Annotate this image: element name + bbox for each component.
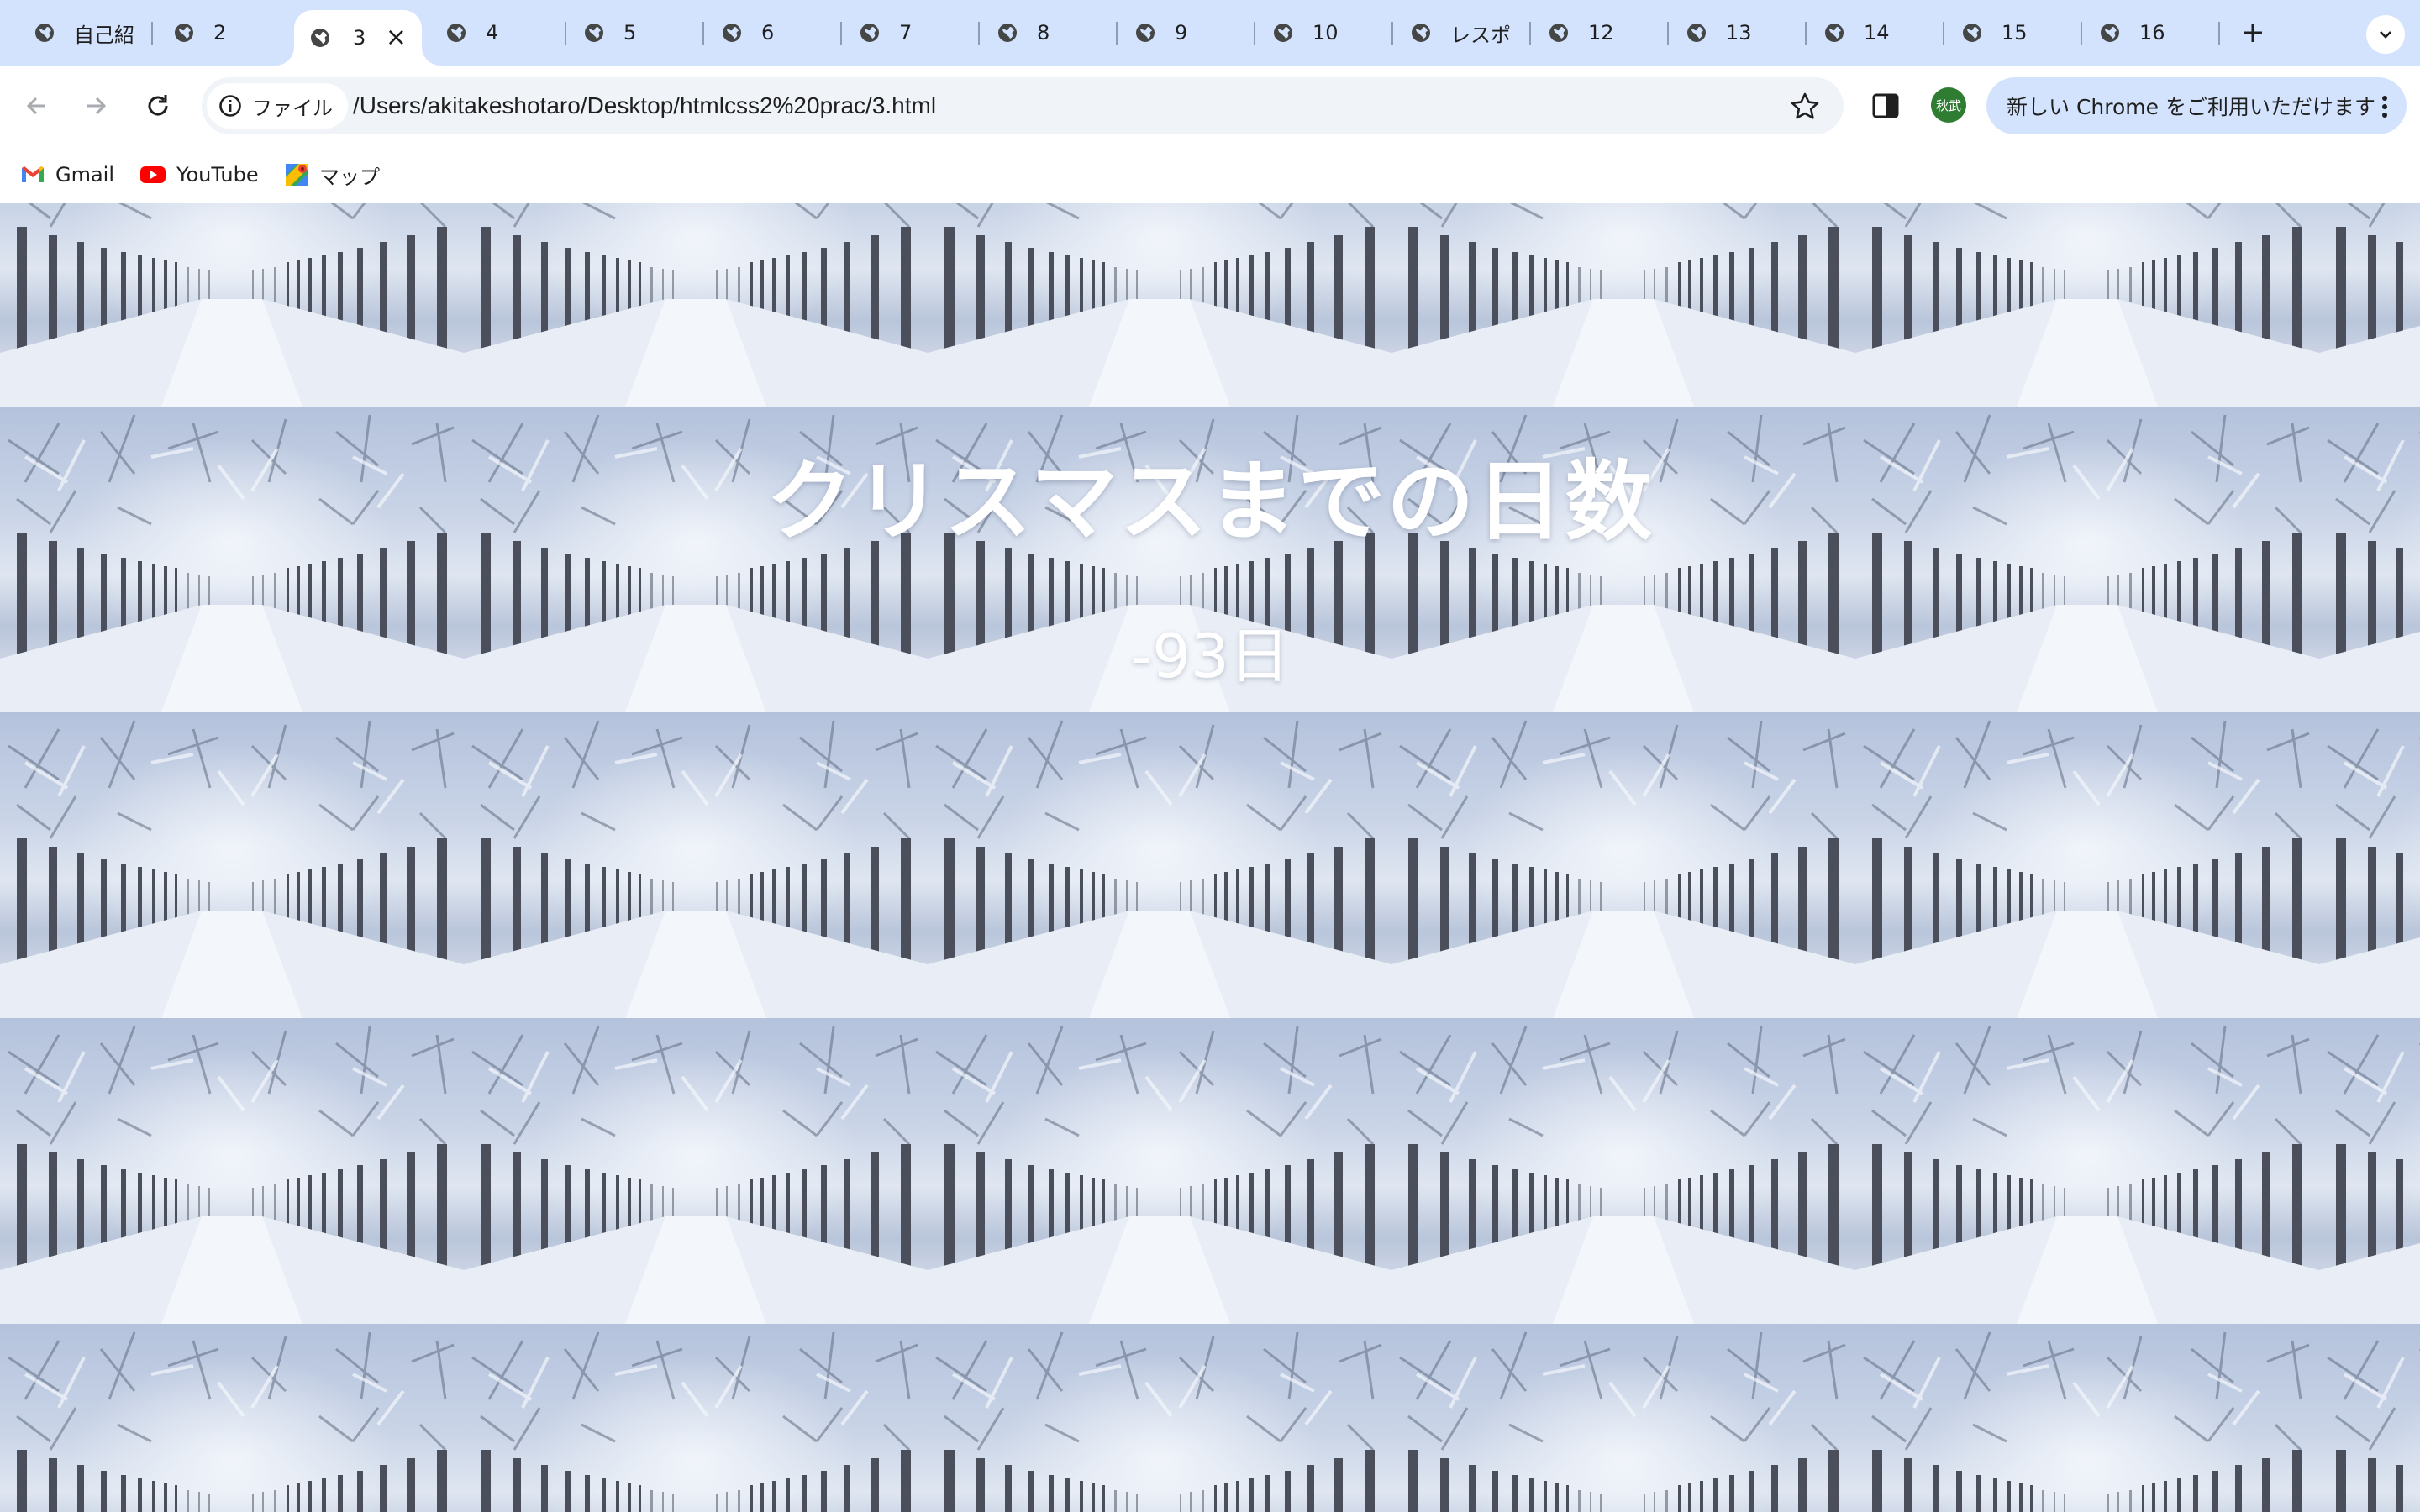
globe-icon bbox=[1549, 24, 1568, 42]
globe-icon bbox=[2101, 24, 2119, 42]
reload-icon bbox=[148, 95, 168, 116]
info-icon bbox=[219, 95, 241, 117]
tab-title: 14 bbox=[1864, 21, 1890, 45]
url-text[interactable]: /Users/akitakeshotaro/Desktop/htmlcss2%2… bbox=[353, 77, 936, 134]
tab-title: 10 bbox=[1313, 21, 1339, 45]
bookmark-label: YouTube bbox=[176, 163, 259, 186]
arrow-left-icon bbox=[26, 97, 45, 115]
maps-icon bbox=[286, 164, 308, 186]
tab-title: 自己紹 bbox=[74, 23, 134, 47]
bookmarks-bar: Gmail YouTube マップ bbox=[0, 146, 2420, 203]
site-info-label: ファイル bbox=[252, 96, 333, 120]
reload-button[interactable] bbox=[138, 86, 178, 126]
tab-14[interactable]: 14 bbox=[1790, 0, 1928, 66]
tab-13[interactable]: 13 bbox=[1652, 0, 1790, 66]
globe-icon bbox=[1412, 24, 1430, 42]
globe-icon bbox=[1963, 24, 1981, 42]
star-icon[interactable] bbox=[1790, 92, 1820, 122]
tab-1[interactable]: 自己紹 bbox=[0, 0, 151, 66]
bookmark-label: マップ bbox=[319, 165, 380, 189]
tab-11[interactable]: レスポ bbox=[1376, 0, 1514, 66]
tab-2[interactable]: 2 bbox=[139, 0, 291, 66]
forward-button[interactable] bbox=[76, 86, 116, 126]
page-viewport: クリスマスまでの日数 -93日 bbox=[0, 203, 2420, 1512]
globe-icon bbox=[1825, 24, 1844, 42]
globe-icon bbox=[860, 24, 879, 42]
snowy-tree-avenue-background bbox=[0, 203, 2420, 1512]
bookmark-maps[interactable]: マップ bbox=[284, 155, 380, 195]
more-vert-icon[interactable] bbox=[2380, 94, 2390, 119]
bookmark-gmail[interactable]: Gmail bbox=[20, 155, 114, 195]
address-bar[interactable]: ファイル /Users/akitakeshotaro/Desktop/htmlc… bbox=[202, 77, 1844, 134]
tab-title: 12 bbox=[1588, 21, 1614, 45]
chrome-update-button[interactable]: 新しい Chrome をご利用いただけます bbox=[1986, 77, 2407, 134]
globe-icon bbox=[1687, 24, 1706, 42]
globe-icon bbox=[35, 24, 54, 42]
gmail-icon bbox=[22, 166, 44, 182]
close-icon[interactable]: × bbox=[386, 25, 407, 50]
tab-separator bbox=[2218, 22, 2220, 45]
countdown-value: -93日 bbox=[1130, 621, 1290, 691]
tab-7[interactable]: 7 bbox=[825, 0, 963, 66]
tab-title: 15 bbox=[2002, 21, 2028, 45]
tab-title: 5 bbox=[623, 21, 637, 45]
tab-title: 4 bbox=[486, 21, 499, 45]
tab-title: 8 bbox=[1037, 21, 1050, 45]
tab-title: 2 bbox=[213, 21, 227, 45]
tab-6[interactable]: 6 bbox=[687, 0, 825, 66]
tab-15[interactable]: 15 bbox=[1928, 0, 2065, 66]
tab-10[interactable]: 10 bbox=[1239, 0, 1376, 66]
tab-16[interactable]: 16 bbox=[2065, 0, 2203, 66]
back-button[interactable] bbox=[17, 86, 57, 126]
globe-icon bbox=[175, 24, 193, 42]
youtube-icon bbox=[140, 166, 166, 183]
side-panel-icon[interactable] bbox=[1870, 91, 1901, 121]
new-tab-button[interactable] bbox=[2232, 12, 2274, 54]
bookmark-youtube[interactable]: YouTube bbox=[139, 155, 259, 195]
page-title: クリスマスまでの日数 bbox=[765, 450, 1655, 553]
plus-icon bbox=[2244, 24, 2262, 42]
tab-9[interactable]: 9 bbox=[1101, 0, 1239, 66]
tab-strip: 自己紹 2 3 × 4 5 6 7 8 9 10 レスポ 12 13 14 15… bbox=[0, 0, 2420, 66]
tab-title: 3 bbox=[353, 26, 366, 50]
globe-icon bbox=[447, 24, 466, 42]
site-info-chip[interactable]: ファイル bbox=[207, 83, 348, 129]
tab-title: 9 bbox=[1175, 21, 1188, 45]
globe-icon bbox=[585, 24, 603, 42]
bookmark-label: Gmail bbox=[55, 163, 115, 186]
tab-title: レスポ bbox=[1450, 23, 1511, 47]
tab-4[interactable]: 4 bbox=[412, 0, 550, 66]
browser-toolbar: ファイル /Users/akitakeshotaro/Desktop/htmlc… bbox=[0, 66, 2420, 146]
tab-title: 16 bbox=[2139, 21, 2165, 45]
globe-icon bbox=[311, 29, 329, 47]
update-label: 新しい Chrome をご利用いただけます bbox=[2007, 95, 2375, 119]
arrow-right-icon bbox=[87, 97, 107, 115]
globe-icon bbox=[1136, 24, 1155, 42]
tab-title: 7 bbox=[899, 21, 913, 45]
tab-3-active[interactable]: 3 × bbox=[294, 10, 422, 66]
tab-title: 6 bbox=[761, 21, 775, 45]
tab-search-button[interactable] bbox=[2366, 15, 2405, 54]
tab-8[interactable]: 8 bbox=[963, 0, 1101, 66]
profile-avatar[interactable]: 秋武 bbox=[1931, 87, 1966, 123]
tab-12[interactable]: 12 bbox=[1514, 0, 1652, 66]
globe-icon bbox=[723, 24, 741, 42]
tab-5[interactable]: 5 bbox=[550, 0, 687, 66]
tab-title: 13 bbox=[1726, 21, 1752, 45]
globe-icon bbox=[1274, 24, 1292, 42]
chevron-down-icon bbox=[2380, 31, 2391, 39]
globe-icon bbox=[998, 24, 1017, 42]
